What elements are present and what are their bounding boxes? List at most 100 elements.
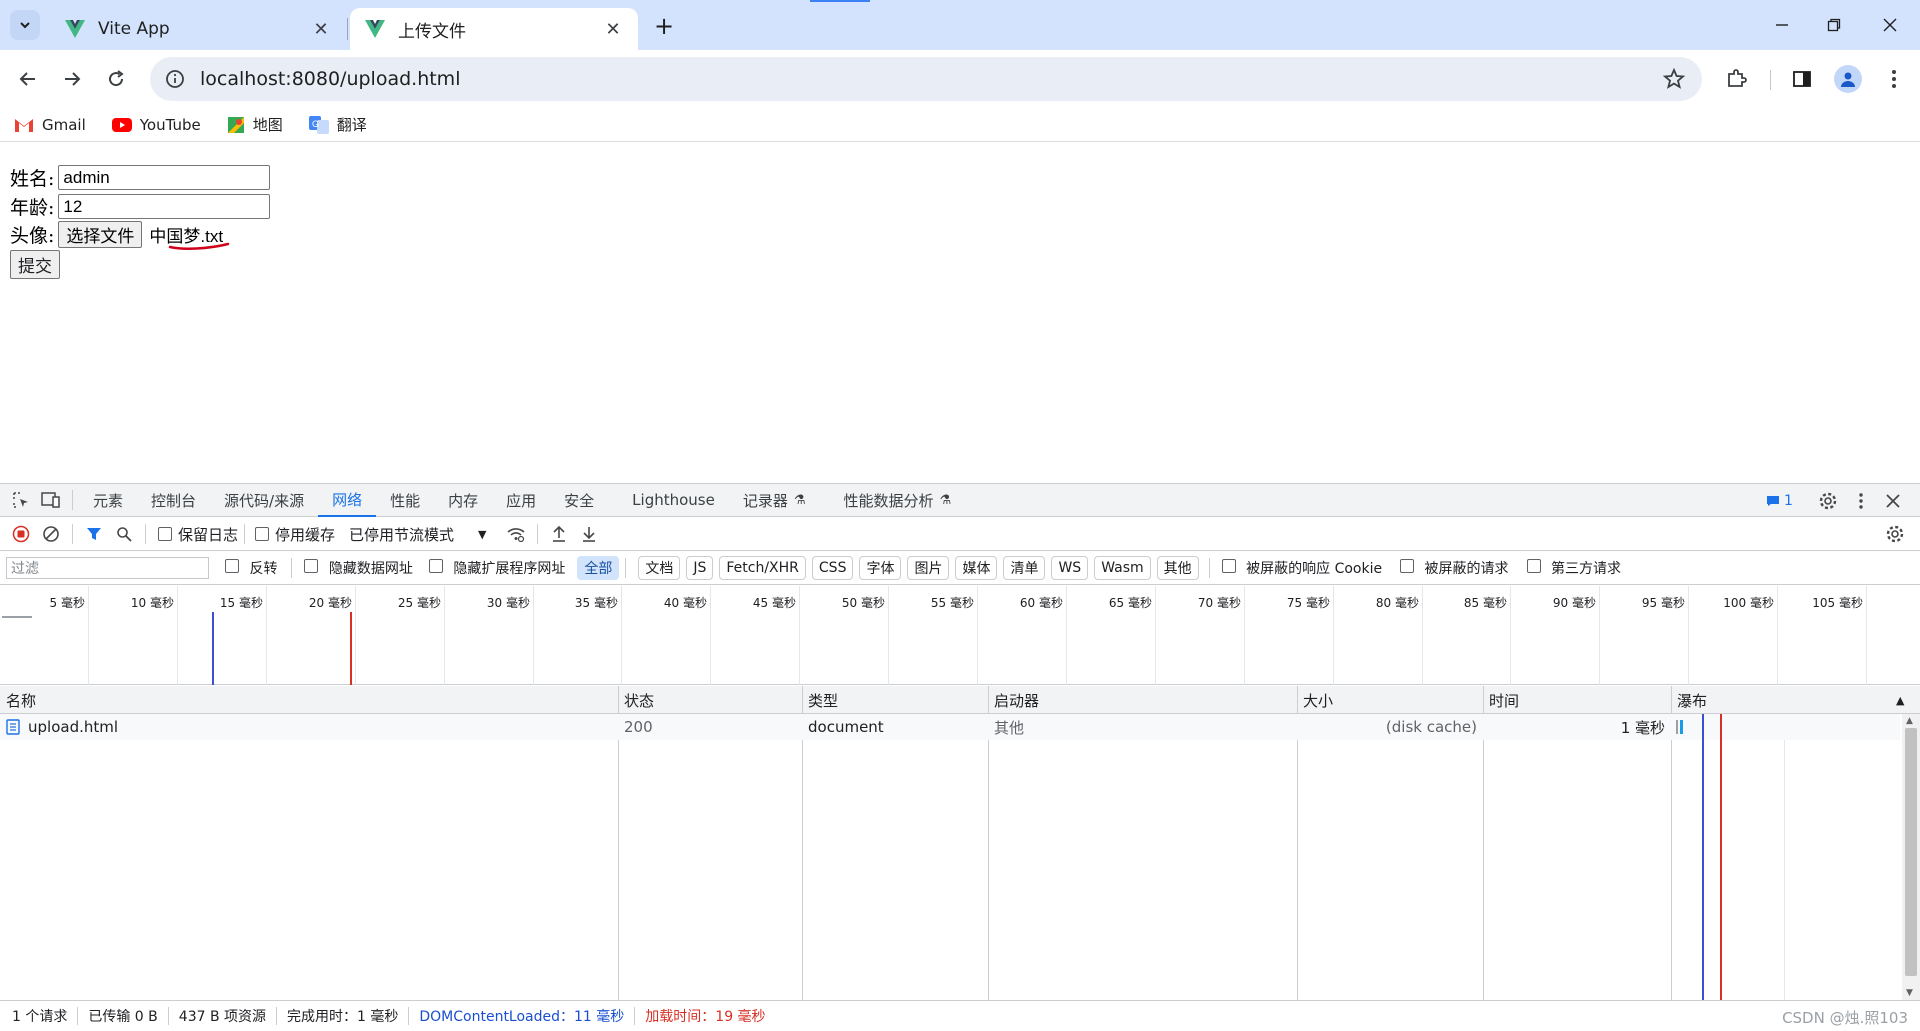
scroll-up-arrow-icon[interactable]: ▲: [1906, 716, 1913, 726]
tab-memory[interactable]: 内存: [434, 484, 492, 517]
close-tab-icon[interactable]: ✕: [310, 18, 332, 40]
waterfall-bar[interactable]: [1676, 714, 1683, 740]
type-filter-img[interactable]: 图片: [907, 556, 950, 580]
type-filter-ws[interactable]: WS: [1051, 556, 1089, 580]
type-filter-media[interactable]: 媒体: [955, 556, 998, 580]
preserve-log-checkbox[interactable]: 保留日志: [158, 524, 238, 545]
close-tab-icon[interactable]: ✕: [602, 18, 624, 40]
bookmark-maps[interactable]: 地图: [227, 114, 283, 135]
type-filter-other[interactable]: 其他: [1156, 556, 1199, 580]
devtools-more-kebab-icon[interactable]: [1858, 484, 1864, 517]
inspect-element-icon[interactable]: [6, 485, 36, 515]
hide-data-urls-checkbox[interactable]: 隐藏数据网址: [304, 558, 413, 578]
new-tab-plus-icon[interactable]: +: [650, 12, 678, 40]
search-icon[interactable]: [109, 519, 139, 549]
column-header-initiator[interactable]: 启动器: [988, 686, 1039, 714]
column-header-waterfall[interactable]: 瀑布: [1671, 686, 1707, 714]
filter-funnel-icon[interactable]: [79, 519, 109, 549]
tab-search-button[interactable]: [10, 10, 40, 40]
table-row[interactable]: upload.html 200 document 其他 (disk cache)…: [0, 714, 1900, 740]
column-header-size[interactable]: 大小: [1297, 686, 1333, 714]
browser-tab-upload[interactable]: 上传文件 ✕: [350, 8, 638, 50]
address-bar[interactable]: localhost:8080/upload.html: [150, 57, 1702, 101]
back-arrow-icon[interactable]: [12, 63, 44, 95]
side-panel-icon[interactable]: [1786, 63, 1818, 95]
url-text[interactable]: localhost:8080/upload.html: [200, 68, 460, 90]
network-conditions-wifi-icon[interactable]: [501, 519, 531, 549]
checkbox-box[interactable]: [158, 527, 172, 541]
table-scrollbar[interactable]: ▲ ▼: [1902, 714, 1920, 1000]
record-stop-icon[interactable]: [6, 519, 36, 549]
bookmark-star-icon[interactable]: [1662, 67, 1686, 91]
blocked-requests-checkbox[interactable]: 被屏蔽的请求: [1400, 558, 1509, 578]
tab-lighthouse[interactable]: Lighthouse: [618, 484, 729, 517]
tab-network[interactable]: 网络: [318, 484, 377, 517]
name-input[interactable]: [58, 165, 271, 190]
checkbox-box[interactable]: [1400, 559, 1415, 573]
throttling-select[interactable]: 已停用节流模式 ▼: [349, 524, 486, 545]
type-filter-manifest[interactable]: 清单: [1003, 556, 1046, 580]
browser-menu-kebab-icon[interactable]: [1878, 63, 1910, 95]
timeline-tick-label: 25 毫秒: [397, 596, 441, 610]
invert-checkbox[interactable]: 反转: [225, 558, 277, 578]
checkbox-box[interactable]: [255, 527, 270, 541]
close-window-icon[interactable]: [1870, 10, 1910, 40]
export-har-download-icon[interactable]: [574, 519, 604, 549]
reload-icon[interactable]: [100, 63, 132, 95]
type-filter-all[interactable]: 全部: [577, 556, 620, 580]
bookmark-youtube[interactable]: YouTube: [111, 116, 201, 134]
disable-cache-checkbox[interactable]: 停用缓存: [255, 524, 335, 545]
import-har-upload-icon[interactable]: [544, 519, 574, 549]
column-header-time[interactable]: 时间: [1483, 686, 1519, 714]
issues-counter[interactable]: 1: [1766, 484, 1793, 517]
tab-console[interactable]: 控制台: [137, 484, 210, 517]
hide-extension-urls-checkbox[interactable]: 隐藏扩展程序网址: [428, 558, 565, 578]
devtools-settings-gear-icon[interactable]: [1818, 484, 1838, 517]
browser-tab-vite-app[interactable]: Vite App ✕: [50, 8, 346, 50]
column-header-name[interactable]: 名称: [0, 686, 36, 714]
extensions-puzzle-icon[interactable]: [1720, 63, 1752, 95]
type-filter-font[interactable]: 字体: [859, 556, 902, 580]
tab-security[interactable]: 安全: [550, 484, 608, 517]
filter-input[interactable]: 过滤: [6, 557, 209, 579]
choose-file-button[interactable]: 选择文件: [58, 221, 143, 248]
submit-button[interactable]: 提交: [10, 250, 60, 279]
checkbox-box[interactable]: [225, 559, 239, 573]
checkbox-box[interactable]: [1526, 559, 1541, 573]
bookmark-gmail[interactable]: Gmail: [14, 116, 86, 134]
column-header-type[interactable]: 类型: [802, 686, 838, 714]
age-input[interactable]: [58, 194, 271, 219]
restore-window-icon[interactable]: [1814, 10, 1854, 40]
column-header-status[interactable]: 状态: [618, 686, 654, 714]
sort-ascending-icon[interactable]: ▲: [1890, 686, 1904, 714]
tab-elements[interactable]: 元素: [79, 484, 137, 517]
type-filter-fetch-xhr[interactable]: Fetch/XHR: [719, 556, 806, 580]
request-name-cell[interactable]: upload.html: [0, 714, 118, 740]
blocked-cookies-checkbox[interactable]: 被屏蔽的响应 Cookie: [1221, 558, 1382, 578]
timeline-overview[interactable]: 5 毫秒 10 毫秒 15 毫秒 20 毫秒 25 毫秒 30 毫秒 35 毫秒 40 毫秒 4…: [0, 586, 1920, 685]
type-filter-wasm[interactable]: Wasm: [1094, 556, 1151, 580]
tab-sources[interactable]: 源代码/来源: [210, 484, 318, 517]
network-settings-gear-icon[interactable]: [1880, 519, 1910, 549]
tab-performance[interactable]: 性能: [376, 484, 434, 517]
site-info-icon[interactable]: [164, 68, 186, 90]
minimize-window-icon[interactable]: [1762, 10, 1802, 40]
type-filter-doc[interactable]: 文档: [638, 556, 681, 580]
tab-performance-insights[interactable]: 性能数据分析 ⚗: [830, 484, 966, 517]
scroll-down-arrow-icon[interactable]: ▼: [1906, 988, 1913, 998]
scrollbar-thumb[interactable]: [1905, 728, 1917, 976]
third-party-checkbox[interactable]: 第三方请求: [1526, 558, 1621, 578]
checkbox-box[interactable]: [428, 559, 443, 573]
clear-log-icon[interactable]: [36, 519, 66, 549]
tab-recorder[interactable]: 记录器 ⚗: [729, 484, 820, 517]
tab-application[interactable]: 应用: [492, 484, 550, 517]
checkbox-box[interactable]: [304, 559, 319, 573]
profile-button[interactable]: [1832, 63, 1864, 95]
device-toolbar-icon[interactable]: [36, 485, 66, 515]
bookmark-translate[interactable]: G 翻译: [308, 114, 367, 135]
checkbox-box[interactable]: [1221, 559, 1236, 573]
devtools-close-icon[interactable]: [1886, 484, 1900, 517]
type-filter-css[interactable]: CSS: [811, 556, 854, 580]
type-filter-js[interactable]: JS: [686, 556, 714, 580]
forward-arrow-icon[interactable]: [56, 63, 88, 95]
